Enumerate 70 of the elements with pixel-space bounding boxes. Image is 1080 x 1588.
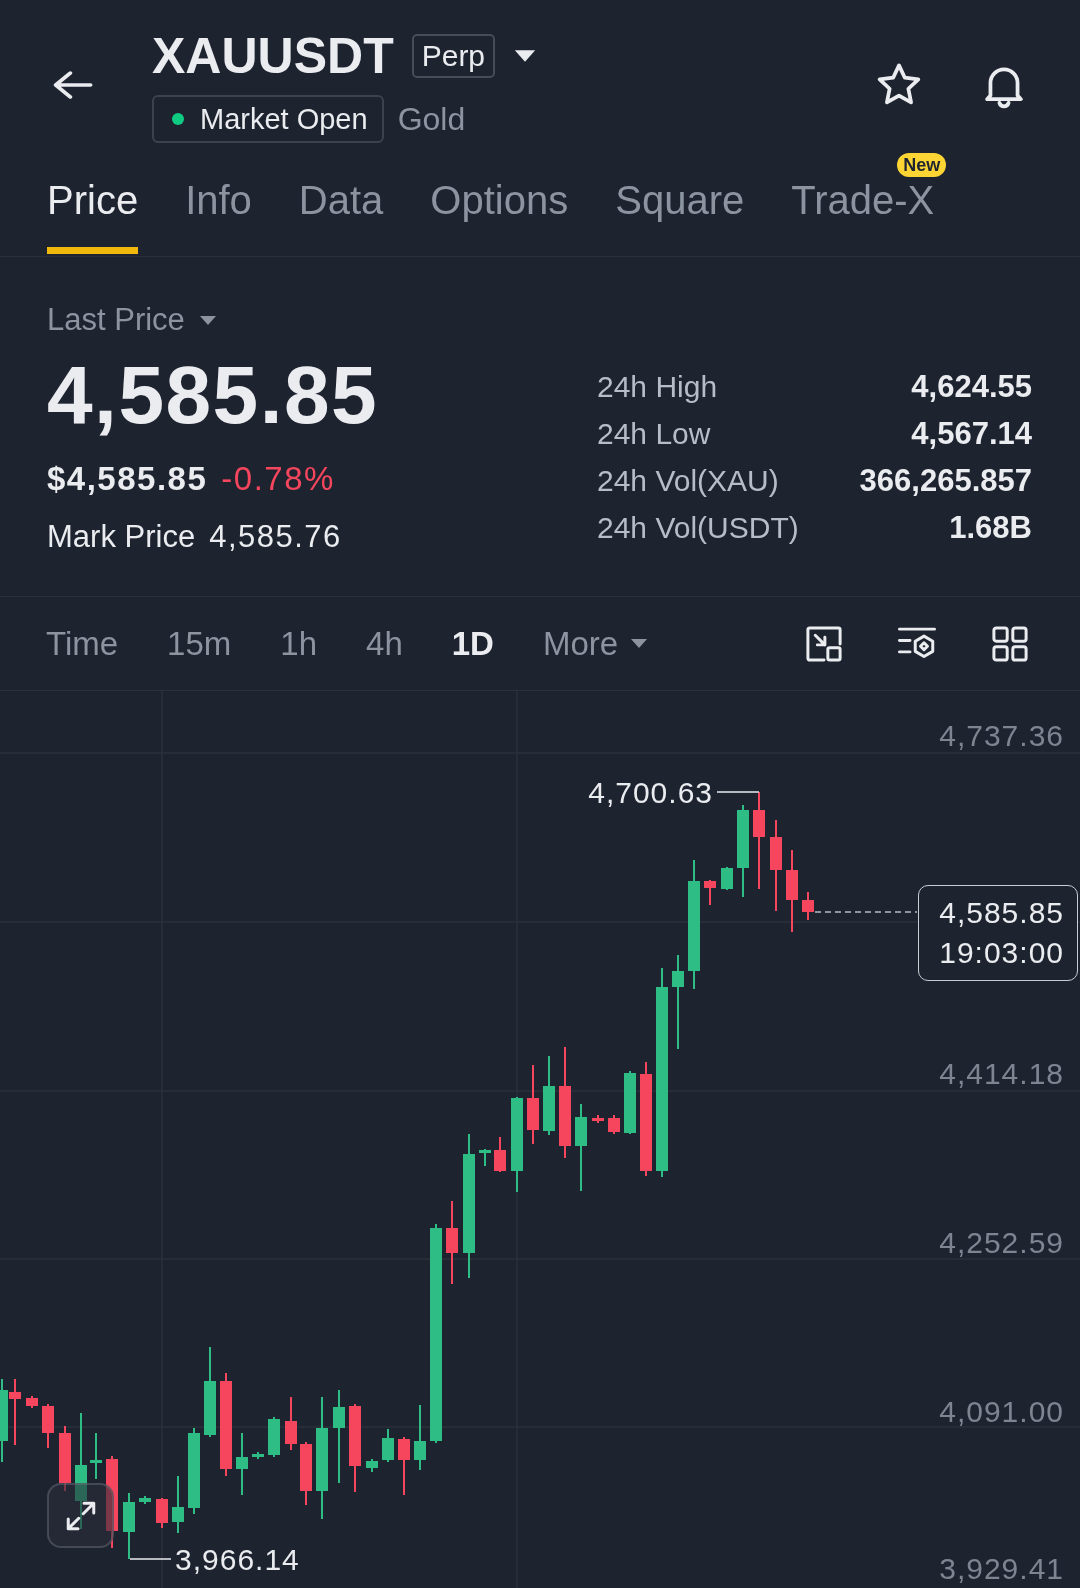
leader-line — [129, 1558, 172, 1560]
new-badge: New — [897, 153, 947, 177]
interval-option[interactable]: 1h — [280, 623, 318, 664]
candle — [285, 1397, 297, 1450]
low-price-label: 3,966.14 — [175, 1543, 300, 1576]
price-axis-label: 3,929.41 — [939, 1552, 1064, 1585]
caret-icon[interactable] — [513, 49, 538, 63]
contract-type-tag: Perp — [411, 34, 496, 78]
candle — [802, 892, 814, 920]
candle — [382, 1429, 394, 1462]
tab[interactable]: Trade-X — [791, 177, 935, 254]
interval-option[interactable]: 15m — [167, 623, 232, 664]
price-type-dropdown[interactable]: Last Price — [47, 302, 217, 338]
last-price-label: 4,585.85 — [939, 895, 1064, 931]
price-axis-label: 4,414.18 — [939, 1057, 1064, 1090]
candle — [624, 1071, 636, 1134]
stat-label: 24h Vol(XAU) — [597, 463, 780, 499]
candle — [268, 1417, 280, 1457]
candle — [704, 880, 716, 905]
interval-option[interactable]: Time — [46, 623, 119, 664]
candle — [156, 1498, 168, 1528]
market-status-label: Market Open — [200, 102, 368, 136]
interval-option[interactable]: 4h — [366, 623, 403, 664]
asset-name: Gold — [397, 100, 466, 138]
stat-label: 24h Vol(USDT) — [597, 510, 799, 546]
mark-price-value: 4,585.76 — [209, 518, 342, 556]
usd-price-value: $4,585.85 — [47, 459, 208, 499]
tab[interactable]: Data — [298, 177, 384, 254]
candle — [139, 1496, 151, 1504]
price-axis-label: 4,737.36 — [939, 719, 1064, 752]
candle — [721, 867, 733, 890]
expand-button[interactable] — [47, 1483, 114, 1548]
candle — [300, 1442, 312, 1505]
tab[interactable]: Info — [185, 177, 252, 254]
price-change-percent: -0.78% — [221, 459, 335, 499]
candle — [172, 1476, 184, 1533]
caret-icon — [630, 638, 649, 649]
candle — [26, 1396, 38, 1408]
candle — [414, 1405, 426, 1470]
candle — [592, 1115, 604, 1123]
stat-label: 24h High — [597, 369, 719, 405]
stat-label: 24h Low — [597, 416, 712, 452]
candle — [398, 1437, 410, 1495]
interval-option[interactable]: 1D — [451, 623, 494, 664]
candle — [479, 1149, 491, 1166]
symbol-title: XAUUSDT — [152, 27, 394, 85]
high-price-label: 4,700.63 — [588, 776, 713, 809]
more-dropdown[interactable]: More — [542, 623, 649, 664]
price-axis-label: 4,252.59 — [939, 1226, 1064, 1259]
leader-line — [716, 791, 760, 793]
last-price-value: 4,585.85 — [47, 350, 379, 440]
stat-value: 4,624.55 — [910, 368, 1032, 406]
price-axis-label: 4,091.00 — [939, 1395, 1064, 1428]
candle — [236, 1433, 248, 1495]
countdown-label: 19:03:00 — [939, 935, 1064, 971]
stat-value: 4,567.14 — [910, 415, 1032, 453]
stat-value: 1.68B — [948, 509, 1032, 547]
candle — [59, 1426, 71, 1491]
candle — [123, 1493, 135, 1559]
tab[interactable]: Square — [615, 177, 745, 254]
candle — [494, 1137, 506, 1172]
tab[interactable]: Price — [47, 177, 139, 254]
candle — [608, 1115, 620, 1134]
candle — [90, 1433, 102, 1479]
candle — [42, 1404, 54, 1448]
caret-icon — [198, 314, 217, 326]
stat-value: 366,265.857 — [859, 462, 1032, 500]
candle — [366, 1459, 378, 1472]
tab[interactable]: Options — [430, 177, 569, 254]
mark-price-label: Mark Price — [47, 518, 196, 556]
